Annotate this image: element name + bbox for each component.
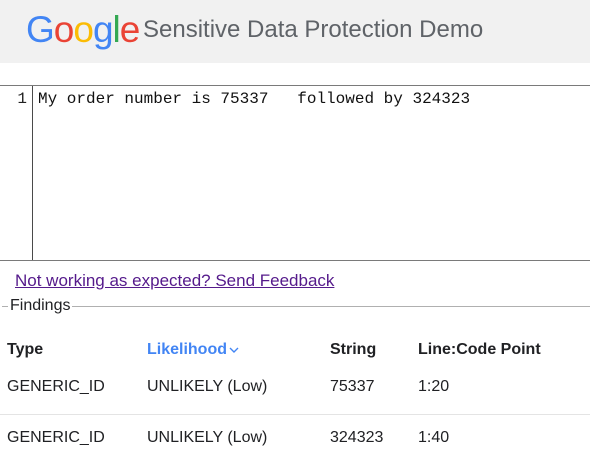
finding-likelihood: UNLIKELY (Low) [147, 378, 268, 395]
chevron-down-icon [229, 347, 239, 353]
logo-letter: o [73, 9, 94, 50]
column-header-likelihood-label: Likelihood [147, 341, 227, 358]
column-header-line-code-point[interactable]: Line:Code Point [418, 340, 541, 360]
google-logo: Google [26, 8, 141, 52]
finding-type: GENERIC_ID [7, 429, 105, 446]
column-header-likelihood[interactable]: Likelihood [147, 340, 239, 360]
logo-letter: l [112, 9, 121, 50]
logo-letter: G [26, 9, 55, 50]
finding-location: 1:20 [418, 378, 450, 395]
app-title: Sensitive Data Protection Demo [143, 16, 484, 43]
row-divider [0, 414, 590, 415]
send-feedback-link[interactable]: Not working as expected? Send Feedback [15, 270, 334, 292]
finding-location: 1:40 [418, 429, 450, 446]
finding-string: 75337 [330, 378, 375, 395]
line-number-gutter: 1 [0, 86, 33, 260]
logo-letter: o [53, 9, 75, 50]
column-header-type[interactable]: Type [7, 340, 43, 360]
editor-text-line[interactable]: My order number is 75337 followed by 324… [38, 89, 470, 109]
finding-string: 324323 [330, 429, 384, 446]
finding-likelihood: UNLIKELY (Low) [147, 429, 268, 446]
line-number: 1 [17, 90, 27, 108]
column-header-string[interactable]: String [330, 340, 376, 360]
code-editor[interactable]: 1 My order number is 75337 followed by 3… [0, 85, 590, 261]
logo-letter: e [119, 9, 141, 50]
findings-legend: Findings [8, 296, 73, 316]
app-header: Google Sensitive Data Protection Demo [0, 0, 590, 63]
finding-type: GENERIC_ID [7, 378, 105, 395]
logo-letter: g [92, 9, 114, 50]
